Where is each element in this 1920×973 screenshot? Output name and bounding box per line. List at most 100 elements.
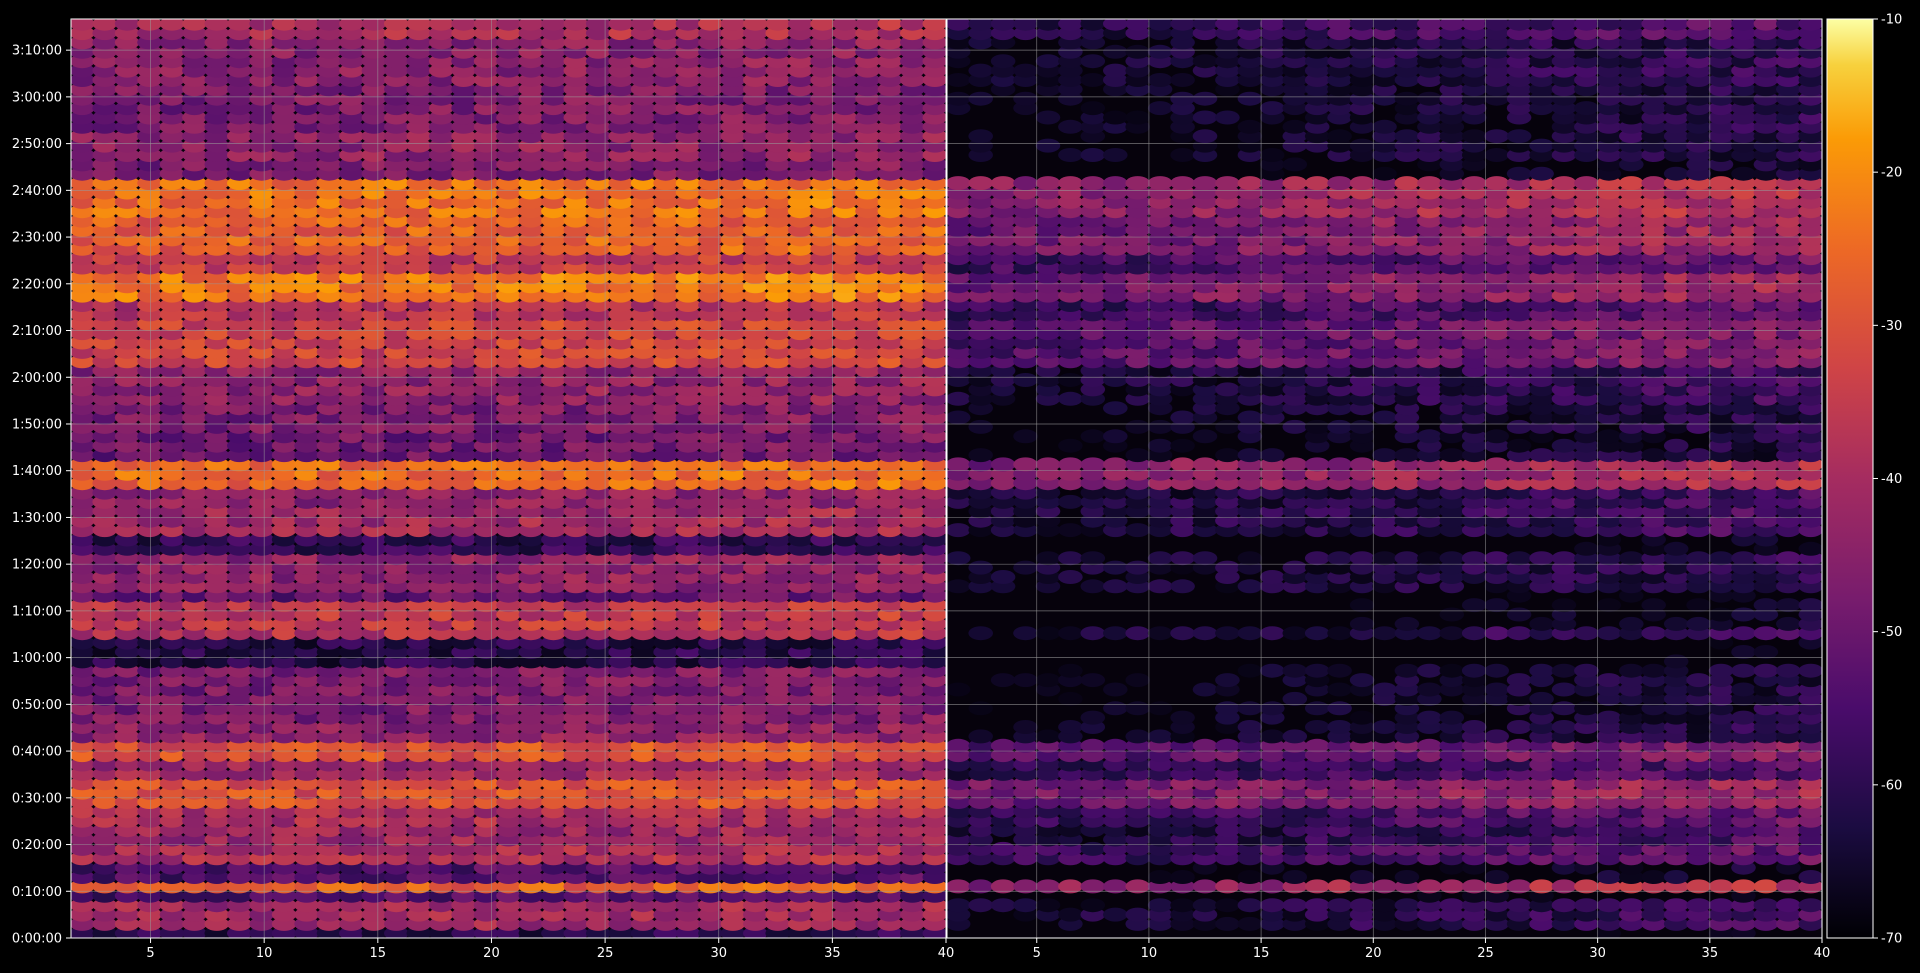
heatmap-cell xyxy=(1125,523,1150,538)
heatmap-cell xyxy=(1439,898,1465,913)
heatmap-cell xyxy=(1125,560,1150,575)
heatmap-cell xyxy=(1551,701,1577,716)
heatmap-cell xyxy=(1776,663,1801,678)
heatmap-cell xyxy=(1080,898,1106,913)
heatmap-cell xyxy=(1327,720,1352,734)
heatmap-cell xyxy=(1103,626,1128,641)
heatmap-cell xyxy=(1708,607,1734,622)
heatmap-cell xyxy=(1327,663,1352,678)
heatmap-cell xyxy=(1798,898,1822,913)
heatmap-cell xyxy=(1731,645,1756,659)
heatmap-cell xyxy=(1417,663,1442,678)
heatmap-cell xyxy=(1663,870,1689,884)
heatmap-cell xyxy=(1551,598,1577,613)
heatmap-cell xyxy=(1215,560,1240,575)
heatmap-cell xyxy=(1103,560,1128,575)
left-heatmap-panel xyxy=(71,19,946,938)
heatmap-cell xyxy=(1260,626,1285,641)
heatmap-cell xyxy=(1596,598,1622,613)
heatmap-cell xyxy=(1484,626,1509,641)
heatmap-cell xyxy=(1551,898,1577,913)
heatmap-cell xyxy=(1663,616,1689,631)
heatmap-cell xyxy=(1798,663,1822,678)
heatmap-cell xyxy=(1349,598,1375,613)
heatmap-cell xyxy=(1327,551,1352,566)
heatmap-cell xyxy=(1192,626,1218,641)
heatmap-cell xyxy=(1304,626,1330,641)
heatmap-cell xyxy=(1282,626,1308,641)
heatmap-cell xyxy=(1619,551,1644,566)
heatmap-cell xyxy=(1170,626,1195,641)
heatmap-cell xyxy=(1574,898,1599,913)
heatmap-cell xyxy=(1304,738,1330,753)
heatmap-cell xyxy=(1080,710,1106,725)
heatmap-cell xyxy=(1170,579,1195,594)
heatmap-cell xyxy=(968,626,993,641)
heatmap-cell xyxy=(1080,738,1106,753)
heatmap-cell xyxy=(1260,663,1285,678)
heatmap-cell xyxy=(1641,898,1666,913)
heatmap-cell xyxy=(1372,551,1397,566)
heatmap-cell xyxy=(1753,626,1779,641)
heatmap-cell xyxy=(1372,898,1397,913)
heatmap-cell xyxy=(1058,523,1083,538)
heatmap-cell xyxy=(1080,551,1106,566)
heatmap-cell xyxy=(1237,916,1263,931)
spectrogram-chart: 0:00:000:10:000:20:000:30:000:40:000:50:… xyxy=(12,13,1902,962)
heatmap-cell xyxy=(1237,720,1263,734)
heatmap-cell xyxy=(968,898,993,913)
heatmap-cell xyxy=(1596,710,1622,725)
heatmap-cell xyxy=(1058,691,1083,706)
heatmap-cell xyxy=(1282,729,1308,744)
heatmap-cell xyxy=(1731,551,1756,566)
heatmap-cell xyxy=(1461,720,1487,734)
heatmap-cell xyxy=(1417,626,1442,641)
heatmap-cell xyxy=(1304,663,1330,678)
heatmap-cell xyxy=(1170,710,1195,725)
heatmap-cell xyxy=(1080,673,1106,688)
heatmap-cell xyxy=(1798,598,1822,613)
heatmap-cell xyxy=(1417,551,1442,566)
heatmap-cell xyxy=(1147,701,1173,716)
heatmap-cell xyxy=(1103,682,1128,697)
heatmap-cell xyxy=(1551,663,1577,678)
heatmap-cell xyxy=(1417,738,1442,753)
heatmap-cell xyxy=(947,898,971,913)
heatmap-cell xyxy=(1484,551,1509,566)
heatmap-cell xyxy=(990,570,1016,584)
heatmap-cell xyxy=(1147,729,1173,744)
heatmap-cell xyxy=(1327,898,1352,913)
heatmap-cell xyxy=(1237,551,1263,566)
heatmap-cell xyxy=(947,579,971,594)
heatmap-cell xyxy=(1461,551,1487,566)
heatmap-cell xyxy=(1237,701,1263,716)
heatmap-cell xyxy=(1529,551,1554,566)
heatmap-cell xyxy=(1125,907,1150,922)
heatmap-cell xyxy=(1663,898,1689,913)
heatmap-cell xyxy=(1529,663,1554,678)
heatmap-cell xyxy=(1147,870,1173,884)
heatmap-cell xyxy=(1192,551,1218,566)
heatmap-cell xyxy=(1215,916,1240,931)
heatmap-cell xyxy=(990,841,1016,856)
heatmap-cell xyxy=(1013,626,1038,641)
heatmap-cell xyxy=(1260,729,1285,744)
heatmap-cell xyxy=(1103,907,1128,922)
heatmap-cell xyxy=(1417,710,1442,725)
heatmap-cell xyxy=(1058,570,1083,584)
heatmap-cell xyxy=(1776,898,1801,913)
heatmap-cell xyxy=(1574,701,1599,716)
heatmap-cell xyxy=(1663,541,1689,556)
heatmap-cell xyxy=(1484,870,1509,884)
heatmap-cell xyxy=(1753,663,1779,678)
heatmap-cell xyxy=(1574,541,1599,556)
heatmap-cell xyxy=(1574,663,1599,678)
heatmap-cell xyxy=(1327,682,1352,697)
heatmap-cell xyxy=(1506,738,1532,753)
heatmap-cell xyxy=(947,738,971,753)
heatmap-cell xyxy=(1596,870,1622,884)
heatmap-cell xyxy=(1596,626,1622,641)
heatmap-cell xyxy=(1686,673,1711,688)
heatmap-cell xyxy=(1170,870,1195,884)
heatmap-cell xyxy=(1282,870,1308,884)
